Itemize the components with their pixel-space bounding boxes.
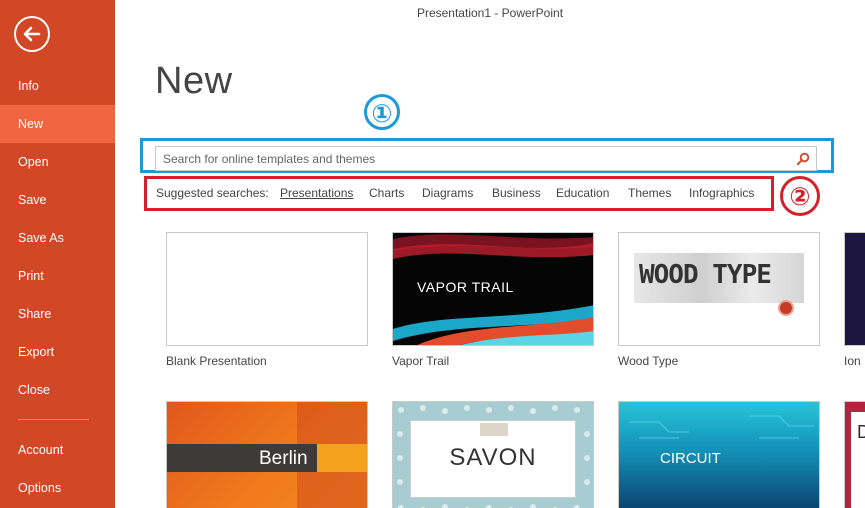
nav-account[interactable]: Account: [0, 431, 115, 469]
nav-new[interactable]: New: [0, 105, 115, 143]
d-template-top-bar: [845, 402, 865, 412]
savon-thumb-title: SAVON: [449, 444, 537, 471]
nav-share[interactable]: Share: [0, 295, 115, 333]
window-title-bar: Presentation1 - PowerPoint: [0, 6, 865, 20]
template-search-box: [155, 146, 817, 171]
backstage-sidebar: Info New Open Save Save As Print Share E…: [0, 0, 115, 508]
suggested-education-link[interactable]: Education: [556, 186, 609, 200]
suggested-searches-label: Suggested searches:: [156, 186, 269, 200]
back-arrow-icon: [23, 26, 41, 42]
nav-save-as[interactable]: Save As: [0, 219, 115, 257]
d-template-thumb-title: D: [857, 422, 865, 443]
suggested-themes-link[interactable]: Themes: [628, 186, 671, 200]
window-title: Presentation1 - PowerPoint: [416, 6, 564, 20]
nav-print[interactable]: Print: [0, 257, 115, 295]
suggested-infographics-link[interactable]: Infographics: [689, 186, 754, 200]
template-search-input[interactable]: [156, 147, 786, 170]
template-caption-blank: Blank Presentation: [166, 354, 267, 368]
template-circuit[interactable]: CIRCUIT: [618, 401, 820, 508]
suggested-presentations-link[interactable]: Presentations: [280, 186, 353, 200]
nav-save[interactable]: Save: [0, 181, 115, 219]
template-ion[interactable]: [844, 232, 865, 346]
suggested-diagrams-link[interactable]: Diagrams: [422, 186, 473, 200]
sidebar-divider: [18, 419, 89, 420]
template-partial-d[interactable]: D: [844, 401, 865, 508]
nav-export[interactable]: Export: [0, 333, 115, 371]
vapor-trail-thumb-title: VAPOR TRAIL: [417, 279, 514, 295]
d-template-side-bar: [845, 402, 851, 508]
page-title: New: [155, 60, 233, 102]
back-button[interactable]: [14, 16, 50, 52]
search-icon[interactable]: [796, 152, 810, 166]
wood-type-thumb-title: WOOD TYPE: [639, 260, 772, 290]
savon-tab: [480, 423, 508, 436]
template-caption-ion: Ion: [844, 354, 861, 368]
annotation-marker-1: ①: [364, 94, 400, 130]
berlin-thumb-title: Berlin: [259, 448, 308, 469]
nav-close[interactable]: Close: [0, 371, 115, 409]
template-caption-wood-type: Wood Type: [618, 354, 679, 368]
annotation-marker-2: ②: [780, 176, 820, 216]
berlin-accent-bar: [317, 444, 367, 472]
circuit-thumb-title: CIRCUIT: [660, 450, 721, 467]
template-wood-type[interactable]: WOOD TYPE: [618, 232, 820, 346]
template-blank-presentation[interactable]: [166, 232, 368, 346]
template-savon[interactable]: SAVON: [392, 401, 594, 508]
nav-open[interactable]: Open: [0, 143, 115, 181]
nav-info[interactable]: Info: [0, 67, 115, 105]
template-vapor-trail[interactable]: VAPOR TRAIL: [392, 232, 594, 346]
wood-type-dot: [778, 300, 794, 316]
nav-options[interactable]: Options: [0, 469, 115, 507]
template-berlin[interactable]: Berlin: [166, 401, 368, 508]
template-caption-vapor-trail: Vapor Trail: [392, 354, 450, 368]
suggested-business-link[interactable]: Business: [492, 186, 541, 200]
suggested-charts-link[interactable]: Charts: [369, 186, 404, 200]
